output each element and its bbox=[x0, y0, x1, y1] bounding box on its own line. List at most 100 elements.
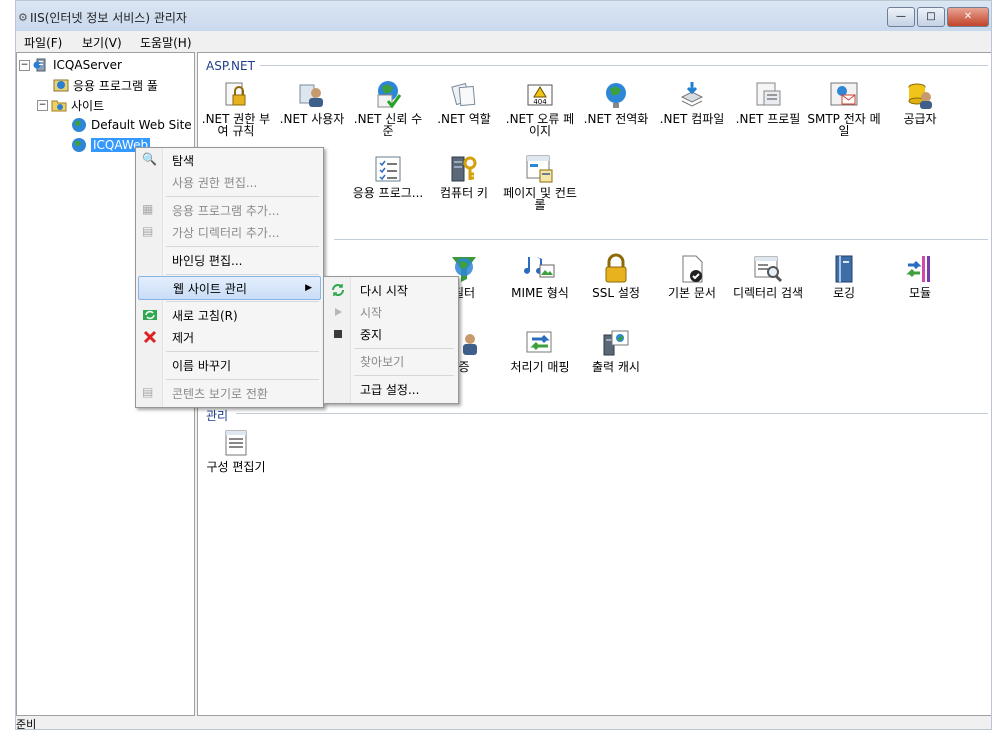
feature-output-caching[interactable]: 출력 캐시 bbox=[578, 327, 654, 373]
roles-icon bbox=[451, 82, 476, 107]
tree-node-sites[interactable]: − 사이트 bbox=[37, 96, 104, 114]
feature-providers[interactable]: 공급자 bbox=[882, 79, 958, 125]
group-divider bbox=[260, 65, 988, 66]
settings-list-icon bbox=[375, 156, 401, 182]
menu-label: 콘텐츠 보기로 전환 bbox=[172, 386, 268, 401]
submenu-stop[interactable]: 중지 bbox=[326, 323, 456, 345]
menu-manage-website[interactable]: 웹 사이트 관리 ▶ bbox=[138, 276, 321, 300]
feature-net-globalization[interactable]: .NET 전역화 bbox=[578, 79, 654, 125]
compile-icon bbox=[680, 82, 704, 107]
collapse-icon[interactable]: − bbox=[19, 59, 30, 71]
key-server-icon bbox=[451, 156, 477, 182]
feature-app-settings[interactable]: 응용 프로그... bbox=[350, 153, 426, 199]
config-editor-icon bbox=[225, 430, 247, 456]
stop-icon bbox=[334, 330, 342, 338]
menu-label: 가상 디렉터리 추가... bbox=[172, 225, 280, 240]
feature-net-compilation[interactable]: .NET 컴파일 bbox=[654, 79, 730, 125]
feature-pages-controls[interactable]: 페이지 및 컨트롤 bbox=[502, 153, 578, 211]
feature-net-trust-levels[interactable]: .NET 신뢰 수준 bbox=[350, 79, 426, 137]
feature-logging[interactable]: 로깅 bbox=[806, 253, 882, 299]
explore-icon: 🔍 bbox=[142, 152, 157, 166]
feature-directory-browsing[interactable]: 디렉터리 검색 bbox=[730, 253, 806, 299]
menu-label: 이름 바꾸기 bbox=[172, 358, 232, 373]
menu-add-application[interactable]: ▦ 응용 프로그램 추가... bbox=[138, 199, 321, 221]
virtual-directory-icon: ▤ bbox=[142, 224, 154, 238]
feature-label: 증 bbox=[458, 360, 470, 374]
menu-label: 탐색 bbox=[172, 153, 195, 168]
menu-refresh[interactable]: 새로 고침(R) bbox=[138, 304, 321, 326]
globe-icon bbox=[72, 138, 86, 152]
svg-text:404: 404 bbox=[533, 98, 547, 106]
menu-rename[interactable]: 이름 바꾸기 bbox=[138, 354, 321, 376]
feature-mime-types[interactable]: MIME 형식 bbox=[502, 253, 578, 299]
feature-label: 디렉터리 검색 bbox=[732, 286, 804, 300]
menu-remove[interactable]: 제거 bbox=[138, 326, 321, 348]
collapse-icon[interactable]: − bbox=[37, 99, 48, 111]
feature-label: 페이지 및 컨트롤 bbox=[503, 186, 577, 212]
group-header-aspnet: ASP.NET bbox=[206, 59, 255, 73]
restart-icon bbox=[332, 284, 344, 296]
title-bar: ⚙ IIS(인터넷 정보 서비스) 관리자 — □ ✕ bbox=[16, 1, 991, 31]
submenu-start[interactable]: 시작 bbox=[326, 301, 456, 323]
window-controls: — □ ✕ bbox=[887, 7, 989, 27]
provider-icon bbox=[908, 83, 932, 109]
content-view-icon: ▤ bbox=[142, 385, 154, 399]
submenu-arrow-icon: ▶ bbox=[305, 283, 312, 293]
submenu-restart[interactable]: 다시 시작 bbox=[326, 279, 456, 301]
menu-separator bbox=[166, 301, 319, 302]
feature-smtp-email[interactable]: SMTP 전자 메일 bbox=[806, 79, 882, 137]
feature-label: 공급자 bbox=[903, 112, 937, 126]
feature-configuration-editor[interactable]: 구성 편집기 bbox=[198, 427, 274, 473]
padlock-icon bbox=[605, 253, 627, 283]
minimize-button[interactable]: — bbox=[887, 7, 915, 27]
tree-node-app-pools[interactable]: 응용 프로그램 풀 bbox=[53, 76, 158, 94]
group-header-management: 관리 bbox=[206, 407, 228, 424]
feature-net-authorization[interactable]: .NET 권한 부여 규칙 bbox=[198, 79, 274, 137]
menu-file[interactable]: 파일(F) bbox=[24, 34, 62, 51]
feature-label: .NET 프로필 bbox=[735, 112, 801, 126]
feature-label: 모듈 bbox=[908, 286, 932, 300]
refresh-icon bbox=[143, 310, 157, 320]
feature-label: MIME 형식 bbox=[511, 286, 569, 300]
menu-edit-bindings[interactable]: 바인딩 편집... bbox=[138, 249, 321, 271]
menu-label: 바인딩 편집... bbox=[172, 253, 243, 268]
menu-help[interactable]: 도움말(H) bbox=[140, 34, 192, 51]
tree-node-default-site[interactable]: Default Web Site bbox=[71, 116, 192, 134]
feature-net-users[interactable]: .NET 사용자 bbox=[274, 79, 350, 125]
menu-label: 시작 bbox=[360, 305, 383, 320]
feature-default-document[interactable]: 기본 문서 bbox=[654, 253, 730, 299]
group-title-aspnet: ASP.NET bbox=[206, 59, 255, 73]
page-controls-icon bbox=[526, 155, 553, 183]
tree-label-app-pools: 응용 프로그램 풀 bbox=[73, 78, 158, 93]
modules-icon bbox=[906, 256, 930, 282]
feature-ssl-settings[interactable]: SSL 설정 bbox=[578, 253, 654, 299]
close-button[interactable]: ✕ bbox=[947, 7, 989, 27]
lock-document-icon bbox=[225, 82, 246, 106]
group-divider bbox=[236, 413, 988, 414]
app-pool-icon bbox=[53, 79, 69, 92]
feature-net-roles[interactable]: .NET 역할 bbox=[426, 79, 502, 125]
server-icon bbox=[33, 58, 46, 72]
remove-x-icon bbox=[143, 330, 157, 344]
feature-label: .NET 권한 부여 규칙 bbox=[201, 112, 271, 138]
feature-net-profile[interactable]: .NET 프로필 bbox=[730, 79, 806, 125]
status-text: 준비 bbox=[16, 718, 37, 730]
menu-label: 사용 권한 편집... bbox=[172, 175, 258, 190]
submenu-browse[interactable]: 찾아보기 bbox=[326, 350, 456, 372]
feature-label: 처리기 매핑 bbox=[510, 360, 570, 374]
feature-net-error-pages[interactable]: 404 .NET 오류 페이지 bbox=[502, 79, 578, 137]
menu-add-virtual-directory[interactable]: ▤ 가상 디렉터리 추가... bbox=[138, 221, 321, 243]
menu-view[interactable]: 보기(V) bbox=[82, 34, 122, 51]
menu-explore[interactable]: 🔍 탐색 bbox=[138, 149, 321, 171]
tree-node-server[interactable]: − ICQAServer bbox=[19, 56, 122, 74]
feature-handler-mappings[interactable]: 처리기 매핑 bbox=[502, 327, 578, 373]
feature-machine-key[interactable]: 컴퓨터 키 bbox=[426, 153, 502, 199]
menu-switch-content-view[interactable]: ▤ 콘텐츠 보기로 전환 bbox=[138, 382, 321, 404]
submenu-advanced-settings[interactable]: 고급 설정... bbox=[326, 378, 456, 400]
menu-edit-permissions[interactable]: 사용 권한 편집... bbox=[138, 171, 321, 193]
window-title: IIS(인터넷 정보 서비스) 관리자 bbox=[30, 11, 187, 25]
error-page-icon: 404 bbox=[527, 84, 553, 106]
feature-modules[interactable]: 모듈 bbox=[882, 253, 958, 299]
profile-icon bbox=[756, 82, 781, 106]
maximize-button[interactable]: □ bbox=[917, 7, 945, 27]
